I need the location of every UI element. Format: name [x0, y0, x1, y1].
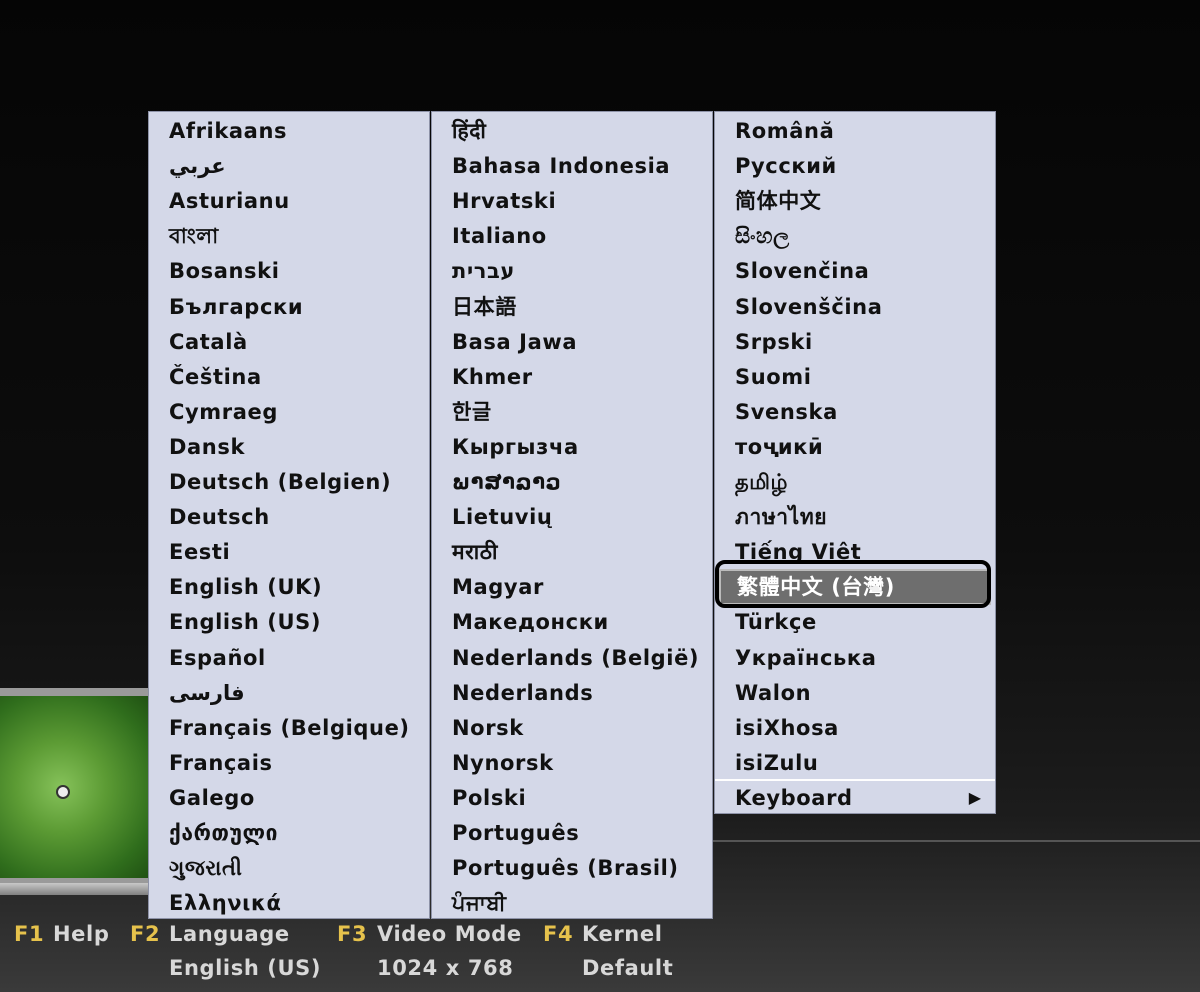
language-item[interactable]: тоҷикӣ — [735, 430, 823, 465]
language-item[interactable]: Deutsch (Belgien) — [169, 465, 391, 500]
language-item[interactable]: Кыргызча — [452, 430, 579, 465]
language-item[interactable]: עברית — [452, 254, 515, 289]
keyboard-label: Keyboard — [735, 786, 853, 810]
language-item[interactable]: বাংলা — [169, 219, 219, 254]
language-item[interactable]: Dansk — [169, 430, 245, 465]
language-item[interactable]: Norsk — [452, 711, 524, 746]
language-item[interactable]: Bahasa Indonesia — [452, 149, 670, 184]
language-item[interactable]: मराठी — [452, 535, 498, 570]
f4-key[interactable]: F4 — [543, 922, 573, 946]
language-item[interactable]: ਪੰਜਾਬੀ — [452, 886, 507, 921]
language-item[interactable]: Svenska — [735, 395, 838, 430]
language-item[interactable]: Tiếng Việt — [735, 535, 861, 570]
language-item[interactable]: فارسی — [169, 676, 245, 711]
language-item[interactable]: English (UK) — [169, 570, 322, 605]
language-item[interactable]: Italiano — [452, 219, 547, 254]
language-item[interactable]: isiXhosa — [735, 711, 839, 746]
language-item[interactable]: Lietuvių — [452, 500, 552, 535]
language-item[interactable]: Čeština — [169, 360, 262, 395]
floor-line — [712, 840, 1200, 842]
language-item[interactable]: 日本語 — [452, 290, 517, 325]
keyboard-submenu-item[interactable]: Keyboard ▶ — [715, 781, 995, 815]
language-item-selected[interactable]: 繁體中文 (台灣) — [719, 569, 991, 606]
language-item[interactable]: Suomi — [735, 360, 812, 395]
language-item[interactable]: ภาษาไทย — [735, 500, 827, 535]
language-item[interactable]: Galego — [169, 781, 255, 816]
f4-label[interactable]: Kernel — [582, 922, 663, 946]
language-item[interactable]: Nederlands — [452, 676, 593, 711]
language-item[interactable]: Bosanski — [169, 254, 280, 289]
power-logo-icon — [56, 785, 70, 799]
language-item[interactable]: Ελληνικά — [169, 886, 282, 921]
function-key-bar: F1 Help F2 Language English (US) F3 Vide… — [0, 918, 1200, 992]
language-item[interactable]: ქართული — [169, 816, 278, 851]
language-item[interactable]: Khmer — [452, 360, 533, 395]
f2-value: English (US) — [169, 956, 322, 980]
language-item[interactable]: Srpski — [735, 325, 813, 360]
language-item[interactable]: Nederlands (België) — [452, 641, 699, 676]
language-item[interactable]: हिंदी — [452, 114, 486, 149]
language-item[interactable]: Afrikaans — [169, 114, 287, 149]
language-item[interactable]: Română — [735, 114, 834, 149]
language-item[interactable]: English (US) — [169, 605, 321, 640]
language-item[interactable]: 한글 — [452, 395, 492, 430]
submenu-arrow-icon: ▶ — [968, 788, 981, 807]
language-item[interactable]: isiZulu — [735, 746, 818, 781]
language-item[interactable]: ພາສາລາວ — [452, 465, 561, 500]
language-item[interactable]: Português (Brasil) — [452, 851, 679, 886]
language-item[interactable]: Hrvatski — [452, 184, 556, 219]
language-item[interactable]: Basa Jawa — [452, 325, 577, 360]
f1-key[interactable]: F1 — [14, 922, 44, 946]
language-item[interactable]: Slovenščina — [735, 290, 883, 325]
language-item[interactable]: Español — [169, 641, 266, 676]
f2-key[interactable]: F2 — [130, 922, 160, 946]
language-item[interactable]: සිංහල — [735, 219, 790, 254]
laptop-screen — [0, 696, 152, 878]
language-item[interactable]: Русский — [735, 149, 837, 184]
language-item[interactable]: Deutsch — [169, 500, 270, 535]
language-item[interactable]: Български — [169, 290, 303, 325]
f4-value: Default — [582, 956, 674, 980]
language-item[interactable]: Asturianu — [169, 184, 290, 219]
language-menu-column-1: Afrikaans عربي Asturianu বাংলা Bosanski Бълга… — [148, 111, 430, 919]
language-item[interactable]: Eesti — [169, 535, 230, 570]
language-item[interactable]: Walon — [735, 676, 811, 711]
language-item[interactable]: Polski — [452, 781, 526, 816]
language-item[interactable]: Türkçe — [735, 605, 817, 640]
f3-label[interactable]: Video Mode — [377, 922, 522, 946]
language-item[interactable]: Português — [452, 816, 579, 851]
language-menu-column-2: हिंदी Bahasa Indonesia Hrvatski Italiano עבר… — [431, 111, 713, 919]
language-item[interactable]: Македонски — [452, 605, 609, 640]
language-item[interactable]: தமிழ் — [735, 465, 788, 500]
language-item[interactable]: عربي — [169, 149, 226, 184]
language-item[interactable]: 简体中文 — [735, 184, 821, 219]
language-item[interactable]: Français (Belgique) — [169, 711, 410, 746]
language-item[interactable]: Slovenčina — [735, 254, 869, 289]
f1-label[interactable]: Help — [53, 922, 109, 946]
boot-screen: Afrikaans عربي Asturianu বাংলা Bosanski Бълга… — [0, 0, 1200, 992]
language-item[interactable]: Català — [169, 325, 248, 360]
language-item[interactable]: Magyar — [452, 570, 544, 605]
f3-key[interactable]: F3 — [337, 922, 367, 946]
language-item[interactable]: Nynorsk — [452, 746, 554, 781]
language-item[interactable]: Français — [169, 746, 273, 781]
f2-label[interactable]: Language — [169, 922, 290, 946]
language-menu-column-3: Keyboard ▶ Română Русский 简体中文 සිංහල Slovenč… — [714, 111, 996, 814]
language-item[interactable]: ગુજરાતી — [169, 851, 243, 886]
language-item[interactable]: Українська — [735, 641, 877, 676]
language-item[interactable]: Cymraeg — [169, 395, 278, 430]
f3-value: 1024 x 768 — [377, 956, 514, 980]
